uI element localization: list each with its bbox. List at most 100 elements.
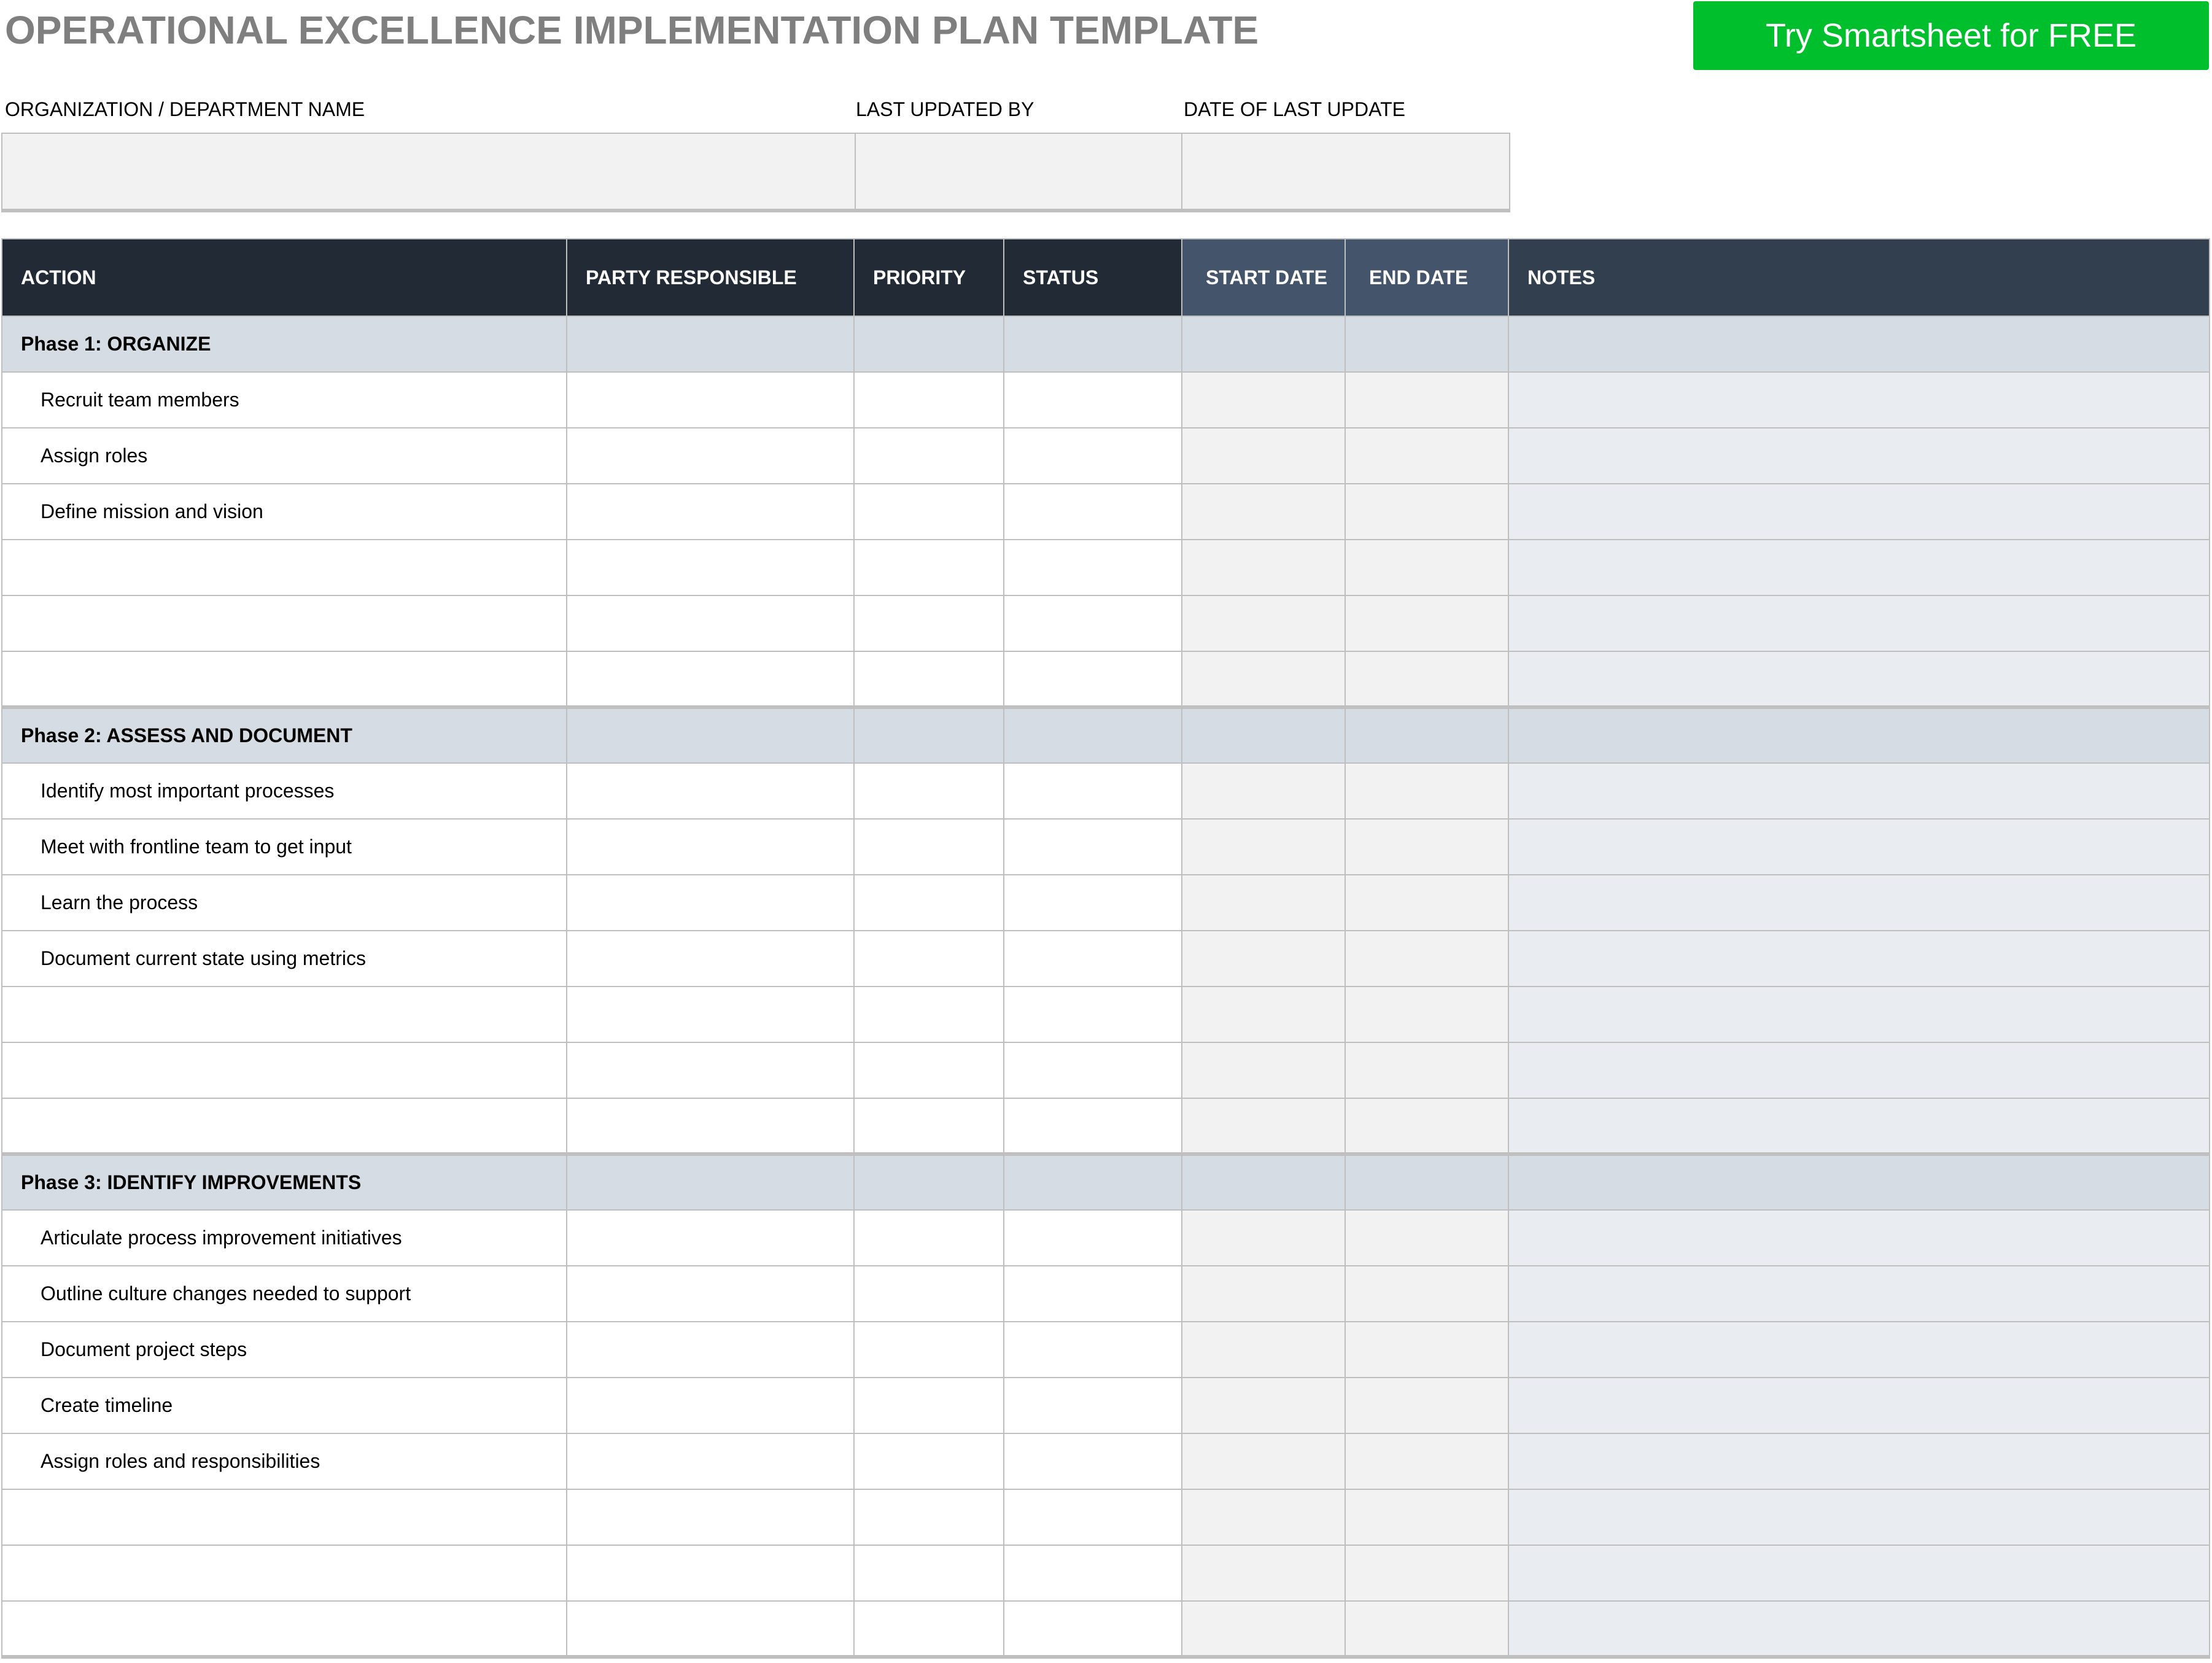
end-date-cell[interactable] <box>1345 762 1509 820</box>
phase-status-cell[interactable] <box>1003 1152 1182 1211</box>
start-date-cell[interactable] <box>1181 930 1346 987</box>
status-cell[interactable] <box>1003 1377 1182 1434</box>
end-date-cell[interactable] <box>1345 930 1509 987</box>
end-date-cell[interactable] <box>1345 651 1509 708</box>
party-responsible-cell[interactable] <box>566 539 855 596</box>
party-responsible-cell[interactable] <box>566 1321 855 1378</box>
phase-notes-cell[interactable] <box>1508 1152 2210 1211</box>
action-cell[interactable] <box>1 1600 567 1659</box>
party-responsible-cell[interactable] <box>566 651 855 708</box>
action-cell[interactable]: Learn the process <box>1 874 567 931</box>
end-date-cell[interactable] <box>1345 986 1509 1043</box>
try-smartsheet-button[interactable]: Try Smartsheet for FREE <box>1693 1 2209 70</box>
end-date-cell[interactable] <box>1345 1321 1509 1378</box>
start-date-cell[interactable] <box>1181 483 1346 540</box>
priority-cell[interactable] <box>853 1321 1004 1378</box>
notes-cell[interactable] <box>1508 1098 2210 1155</box>
status-cell[interactable] <box>1003 1433 1182 1490</box>
priority-cell[interactable] <box>853 1377 1004 1434</box>
notes-cell[interactable] <box>1508 986 2210 1043</box>
start-date-cell[interactable] <box>1181 1098 1346 1155</box>
party-responsible-cell[interactable] <box>566 1098 855 1155</box>
start-date-cell[interactable] <box>1181 1209 1346 1266</box>
priority-cell[interactable] <box>853 986 1004 1043</box>
party-responsible-cell[interactable] <box>566 874 855 931</box>
action-cell[interactable] <box>1 595 567 652</box>
party-responsible-cell[interactable] <box>566 818 855 875</box>
start-date-cell[interactable] <box>1181 762 1346 820</box>
action-cell[interactable]: Document project steps <box>1 1321 567 1378</box>
party-responsible-cell[interactable] <box>566 1265 855 1322</box>
status-cell[interactable] <box>1003 595 1182 652</box>
end-date-cell[interactable] <box>1345 1433 1509 1490</box>
status-cell[interactable] <box>1003 1042 1182 1099</box>
notes-cell[interactable] <box>1508 1489 2210 1546</box>
notes-cell[interactable] <box>1508 1042 2210 1099</box>
action-cell[interactable] <box>1 539 567 596</box>
party-responsible-cell[interactable] <box>566 1042 855 1099</box>
end-date-cell[interactable] <box>1345 539 1509 596</box>
notes-cell[interactable] <box>1508 483 2210 540</box>
start-date-cell[interactable] <box>1181 371 1346 428</box>
start-date-cell[interactable] <box>1181 818 1346 875</box>
end-date-cell[interactable] <box>1345 371 1509 428</box>
notes-cell[interactable] <box>1508 818 2210 875</box>
priority-cell[interactable] <box>853 371 1004 428</box>
status-cell[interactable] <box>1003 1265 1182 1322</box>
party-responsible-cell[interactable] <box>566 595 855 652</box>
notes-cell[interactable] <box>1508 930 2210 987</box>
action-cell[interactable]: Document current state using metrics <box>1 930 567 987</box>
action-cell[interactable] <box>1 1489 567 1546</box>
start-date-cell[interactable] <box>1181 427 1346 484</box>
phase-end-date-cell[interactable] <box>1345 1152 1509 1211</box>
party-responsible-cell[interactable] <box>566 1545 855 1602</box>
priority-cell[interactable] <box>853 930 1004 987</box>
action-cell[interactable]: Assign roles <box>1 427 567 484</box>
phase-priority-cell[interactable] <box>853 1152 1004 1211</box>
action-cell[interactable] <box>1 651 567 708</box>
status-cell[interactable] <box>1003 1209 1182 1266</box>
phase-party-responsible-cell[interactable] <box>566 705 855 764</box>
status-cell[interactable] <box>1003 483 1182 540</box>
date-of-last-update-input[interactable] <box>1182 134 1509 209</box>
party-responsible-cell[interactable] <box>566 1433 855 1490</box>
status-cell[interactable] <box>1003 1545 1182 1602</box>
phase-start-date-cell[interactable] <box>1181 316 1346 373</box>
status-cell[interactable] <box>1003 762 1182 820</box>
start-date-cell[interactable] <box>1181 651 1346 708</box>
priority-cell[interactable] <box>853 1209 1004 1266</box>
notes-cell[interactable] <box>1508 651 2210 708</box>
phase-party-responsible-cell[interactable] <box>566 1152 855 1211</box>
action-cell[interactable]: Create timeline <box>1 1377 567 1434</box>
action-cell[interactable]: Meet with frontline team to get input <box>1 818 567 875</box>
action-cell[interactable]: Identify most important processes <box>1 762 567 820</box>
priority-cell[interactable] <box>853 483 1004 540</box>
notes-cell[interactable] <box>1508 762 2210 820</box>
notes-cell[interactable] <box>1508 1545 2210 1602</box>
start-date-cell[interactable] <box>1181 1265 1346 1322</box>
priority-cell[interactable] <box>853 1545 1004 1602</box>
priority-cell[interactable] <box>853 651 1004 708</box>
start-date-cell[interactable] <box>1181 1321 1346 1378</box>
action-cell[interactable]: Assign roles and responsibilities <box>1 1433 567 1490</box>
end-date-cell[interactable] <box>1345 874 1509 931</box>
status-cell[interactable] <box>1003 1600 1182 1659</box>
end-date-cell[interactable] <box>1345 483 1509 540</box>
notes-cell[interactable] <box>1508 1433 2210 1490</box>
notes-cell[interactable] <box>1508 1321 2210 1378</box>
priority-cell[interactable] <box>853 1433 1004 1490</box>
priority-cell[interactable] <box>853 762 1004 820</box>
phase-start-date-cell[interactable] <box>1181 1152 1346 1211</box>
phase-status-cell[interactable] <box>1003 316 1182 373</box>
status-cell[interactable] <box>1003 874 1182 931</box>
priority-cell[interactable] <box>853 1042 1004 1099</box>
priority-cell[interactable] <box>853 874 1004 931</box>
end-date-cell[interactable] <box>1345 818 1509 875</box>
notes-cell[interactable] <box>1508 1600 2210 1659</box>
status-cell[interactable] <box>1003 930 1182 987</box>
action-cell[interactable]: Define mission and vision <box>1 483 567 540</box>
party-responsible-cell[interactable] <box>566 1489 855 1546</box>
action-cell[interactable]: Articulate process improvement initiativ… <box>1 1209 567 1266</box>
party-responsible-cell[interactable] <box>566 483 855 540</box>
priority-cell[interactable] <box>853 818 1004 875</box>
